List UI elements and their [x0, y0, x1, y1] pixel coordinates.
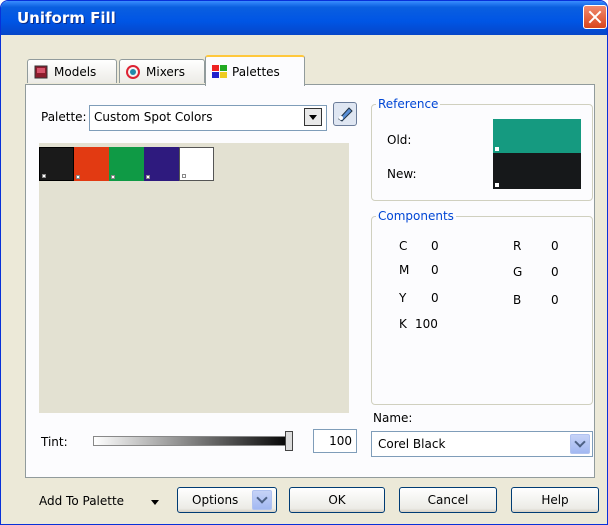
palettes-icon	[212, 64, 227, 79]
palette-dropdown[interactable]: Custom Spot Colors	[89, 105, 327, 131]
tab-palettes-label: Palettes	[232, 64, 280, 79]
options-label: Options	[192, 493, 239, 507]
tint-label: Tint:	[41, 435, 68, 449]
k-value: 100	[415, 317, 438, 331]
mixers-icon	[126, 64, 140, 79]
color-marker	[495, 183, 499, 187]
name-dropdown[interactable]: Corel Black	[371, 431, 593, 457]
window-title: Uniform Fill	[17, 9, 116, 27]
g-label: G	[513, 265, 523, 279]
new-color-swatch	[493, 153, 581, 189]
old-label: Old:	[387, 133, 412, 147]
y-value: 0	[431, 291, 439, 305]
b-value: 0	[551, 293, 559, 307]
add-to-palette-label: Add To Palette	[39, 494, 125, 508]
tab-models-label: Models	[54, 64, 97, 79]
palette-value: Custom Spot Colors	[94, 110, 213, 124]
reference-title: Reference	[378, 97, 439, 111]
swatch-marker	[42, 174, 46, 178]
chevron-down-icon	[151, 500, 159, 505]
swatch-marker	[111, 175, 115, 179]
chevron-down-icon	[252, 490, 272, 510]
palette-dropdown-arrow-icon[interactable]	[304, 108, 322, 126]
tint-slider-track[interactable]	[93, 436, 293, 446]
add-to-palette-arrow[interactable]	[151, 489, 167, 515]
components-title: Components	[378, 209, 454, 223]
swatch-marker	[76, 175, 80, 179]
models-icon	[34, 65, 48, 79]
b-label: B	[513, 293, 522, 307]
swatch-4[interactable]	[144, 147, 179, 181]
uniform-fill-dialog: Uniform Fill Models Mixers Palettes Pale…	[0, 0, 608, 525]
swatch-1[interactable]	[39, 147, 74, 181]
tab-mixers-label: Mixers	[146, 64, 185, 79]
add-to-palette-button[interactable]: Add To Palette	[39, 489, 139, 515]
color-marker	[495, 147, 499, 151]
name-value: Corel Black	[378, 437, 446, 451]
swatch-marker	[146, 175, 150, 179]
m-value: 0	[431, 263, 439, 277]
title-bar[interactable]: Uniform Fill	[1, 1, 607, 35]
options-button[interactable]: Options	[177, 487, 277, 513]
g-value: 0	[551, 265, 559, 279]
ok-button[interactable]: OK	[289, 487, 385, 513]
tint-value-field[interactable]: 100	[313, 429, 357, 453]
ok-label: OK	[328, 493, 346, 507]
c-value: 0	[431, 239, 439, 253]
chevron-down-icon[interactable]	[570, 434, 590, 454]
cancel-button[interactable]: Cancel	[399, 487, 497, 513]
tint-slider-thumb[interactable]	[285, 431, 293, 451]
k-label: K	[399, 317, 407, 331]
swatch-3[interactable]	[109, 147, 144, 181]
swatch-2[interactable]	[74, 147, 109, 181]
tab-mixers[interactable]: Mixers	[119, 59, 205, 83]
r-value: 0	[551, 239, 559, 253]
palette-swatch-area[interactable]	[39, 143, 349, 413]
palette-editor-icon[interactable]	[333, 102, 357, 126]
name-label: Name:	[373, 411, 413, 425]
help-label: Help	[541, 493, 569, 507]
help-button[interactable]: Help	[511, 487, 599, 513]
palette-label: Palette:	[41, 110, 87, 124]
swatch-marker	[182, 174, 186, 178]
close-button[interactable]	[583, 5, 607, 29]
tab-palettes[interactable]: Palettes	[205, 55, 305, 86]
tab-models[interactable]: Models	[27, 59, 117, 83]
c-label: C	[399, 239, 408, 253]
y-label: Y	[399, 291, 407, 305]
cancel-label: Cancel	[427, 493, 469, 507]
m-label: M	[399, 263, 410, 277]
old-color-swatch	[493, 119, 581, 153]
new-label: New:	[387, 167, 417, 181]
r-label: R	[513, 239, 522, 253]
swatch-5[interactable]	[179, 147, 214, 181]
